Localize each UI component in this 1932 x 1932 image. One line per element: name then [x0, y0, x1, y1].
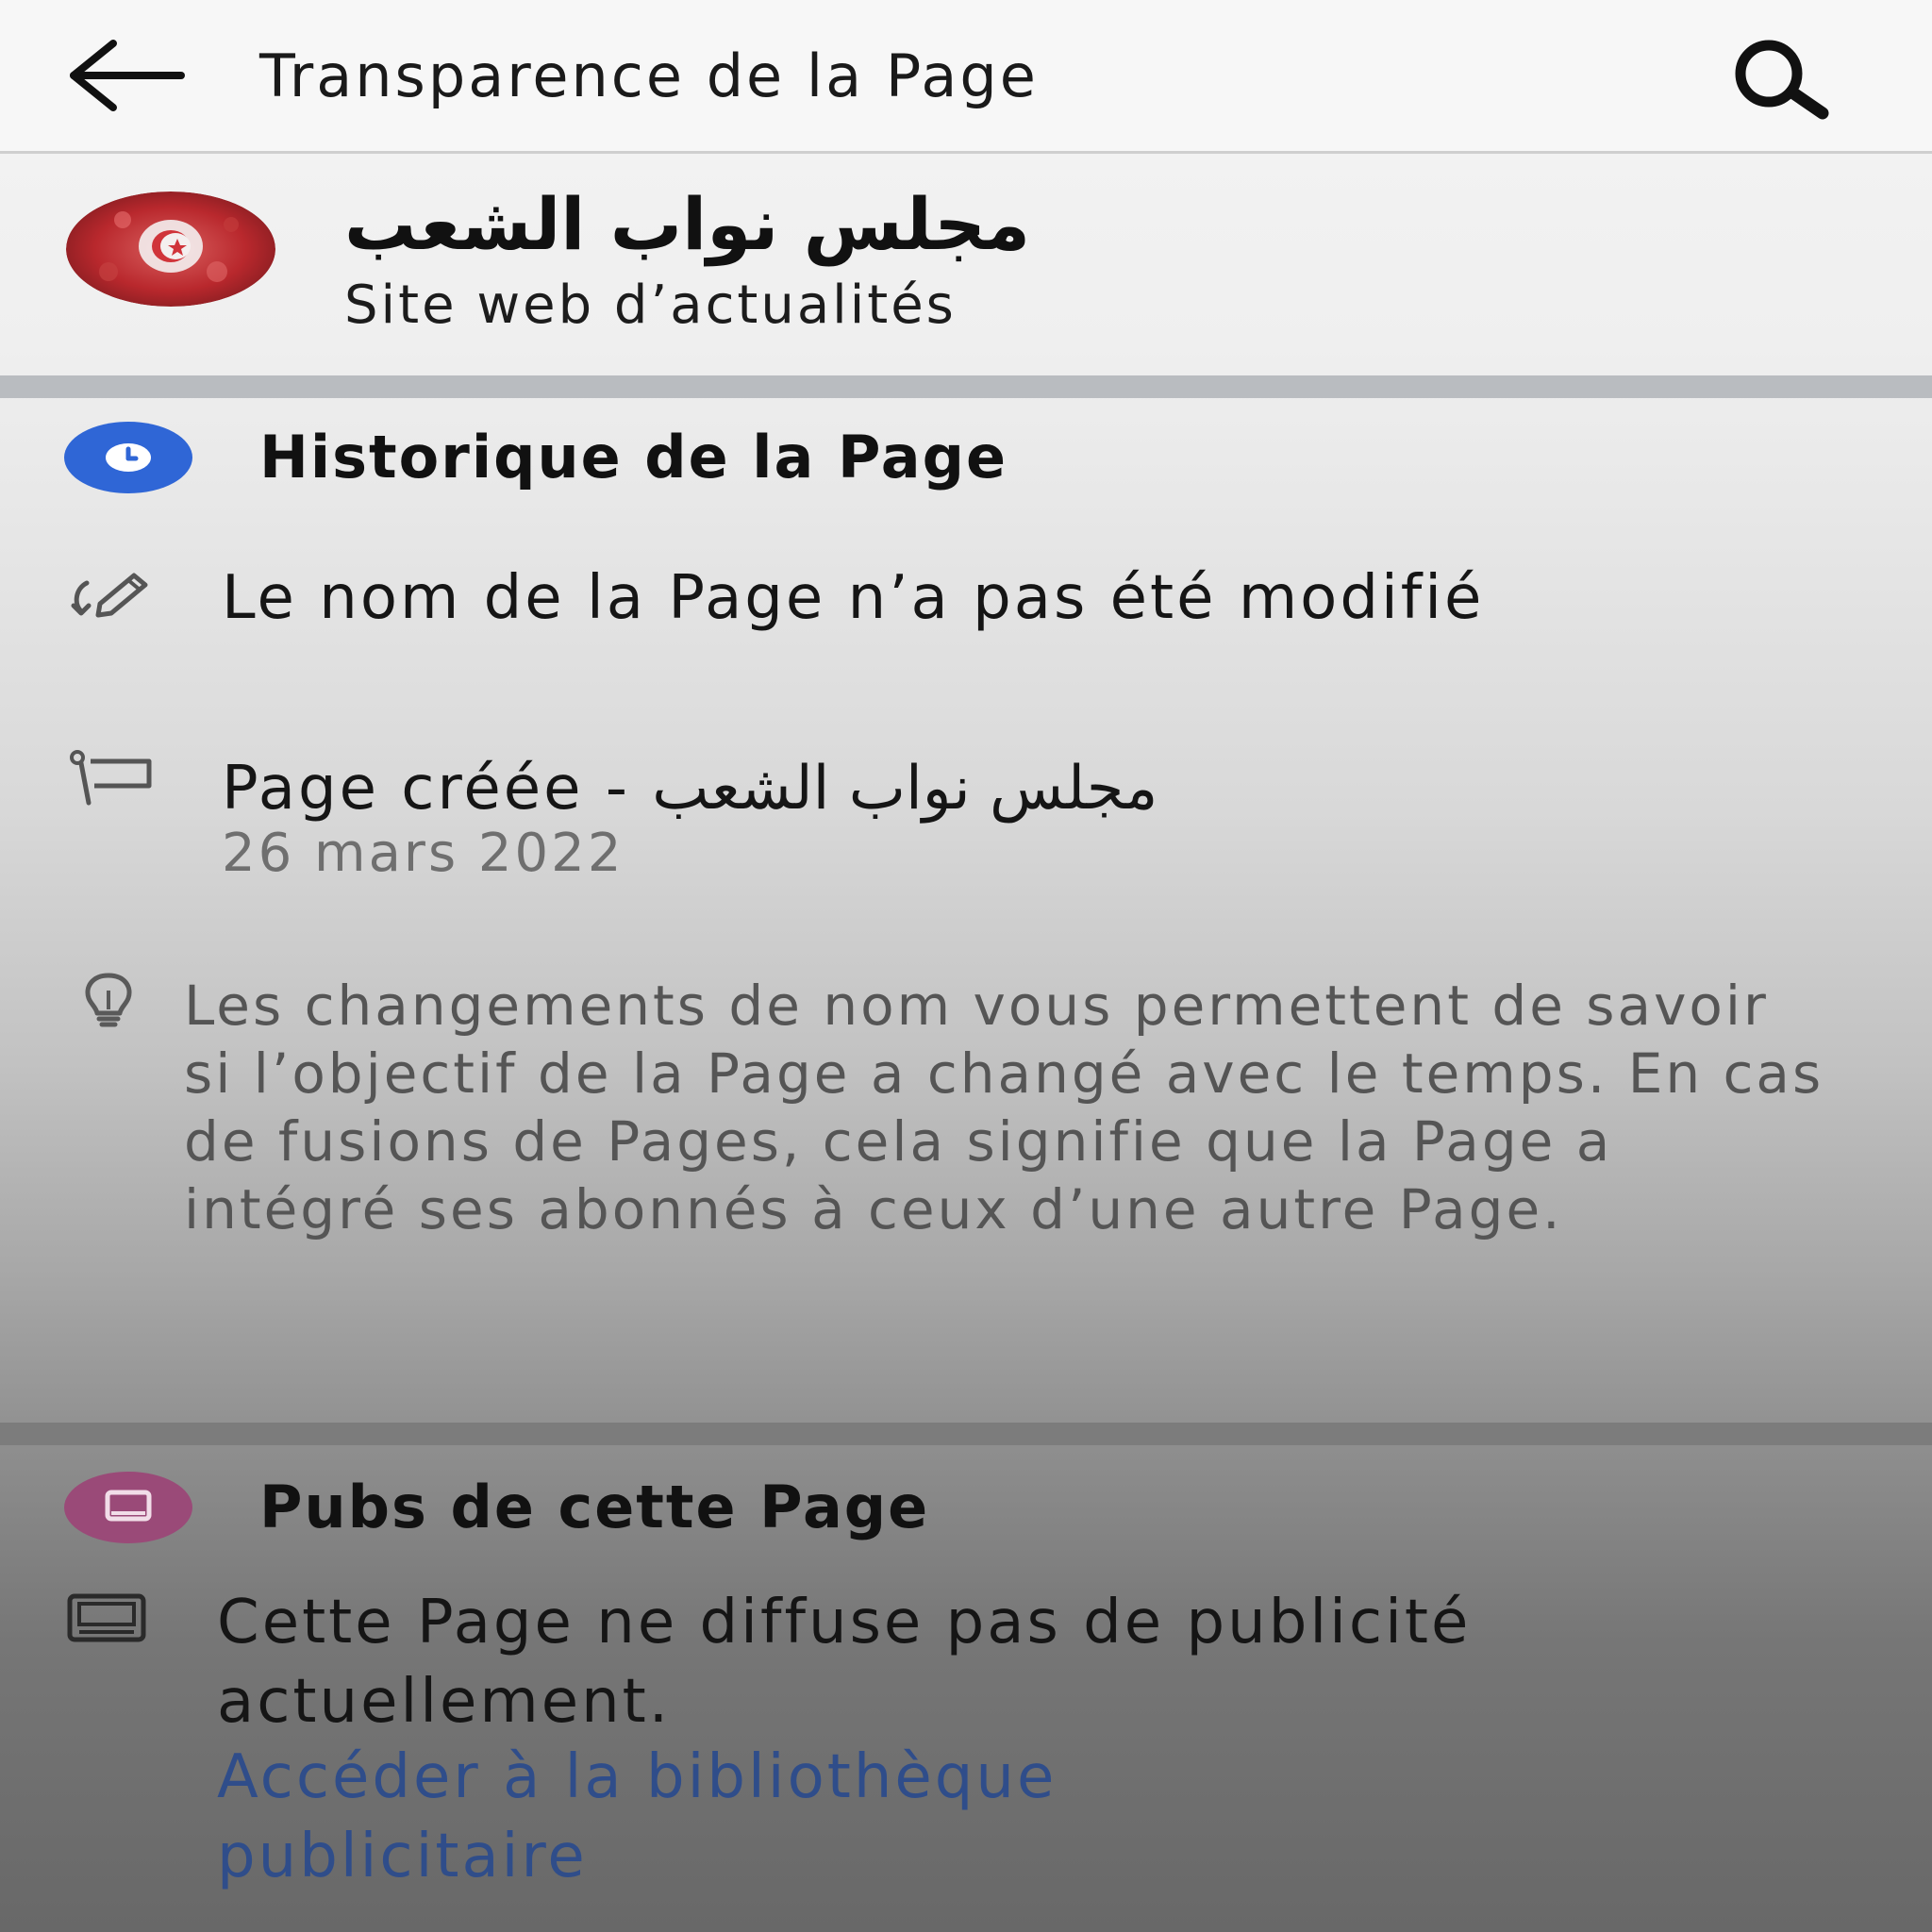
arrow-left-icon — [70, 40, 185, 111]
created-label: Page créée - — [222, 754, 630, 824]
lightbulb-icon — [85, 973, 132, 1027]
info-row-icon — [75, 972, 166, 1028]
ads-row-icon — [66, 1592, 157, 1649]
created-date: 26 mars 2022 — [222, 823, 625, 884]
name-change-info: Les changements de nom vous permettent d… — [184, 974, 1824, 1241]
created-line: Page créée - مجلس نواب الشعب — [222, 749, 1158, 828]
screen-icon — [64, 1472, 192, 1543]
edit-name-icon — [71, 573, 148, 618]
section-divider — [0, 1423, 1932, 1445]
page-category: Site web d’actualités — [344, 275, 957, 336]
ads-section-title: Pubs de cette Page — [259, 1473, 930, 1541]
ad-library-link[interactable]: Accéder à la bibliothèque publicitaire — [217, 1738, 1443, 1896]
history-section-icon — [64, 422, 192, 493]
created-page-name: مجلس نواب الشعب — [652, 754, 1158, 824]
history-section-title: Historique de la Page — [259, 423, 1008, 491]
back-button[interactable] — [66, 38, 189, 113]
page-name: مجلس نواب الشعب — [344, 182, 1031, 266]
name-change-row-icon — [68, 566, 158, 623]
search-icon — [1735, 40, 1829, 120]
created-row-icon — [68, 750, 158, 807]
search-button[interactable] — [1717, 38, 1840, 123]
name-change-text: Le nom de la Page n’a pas été modifié — [222, 563, 1485, 633]
page-title: Transparence de la Page — [259, 42, 1039, 110]
page-avatar[interactable] — [66, 192, 275, 307]
ads-section-icon — [64, 1472, 192, 1543]
clock-icon — [64, 422, 192, 493]
page-identity: مجلس نواب الشعب Site web d’actualités — [0, 154, 1932, 375]
flag-icon — [70, 750, 152, 806]
section-divider — [0, 375, 1932, 398]
ads-status-text: Cette Page ne diffuse pas de publicité a… — [217, 1588, 1472, 1737]
screen-icon — [67, 1593, 146, 1642]
top-bar: Transparence de la Page — [0, 0, 1932, 154]
